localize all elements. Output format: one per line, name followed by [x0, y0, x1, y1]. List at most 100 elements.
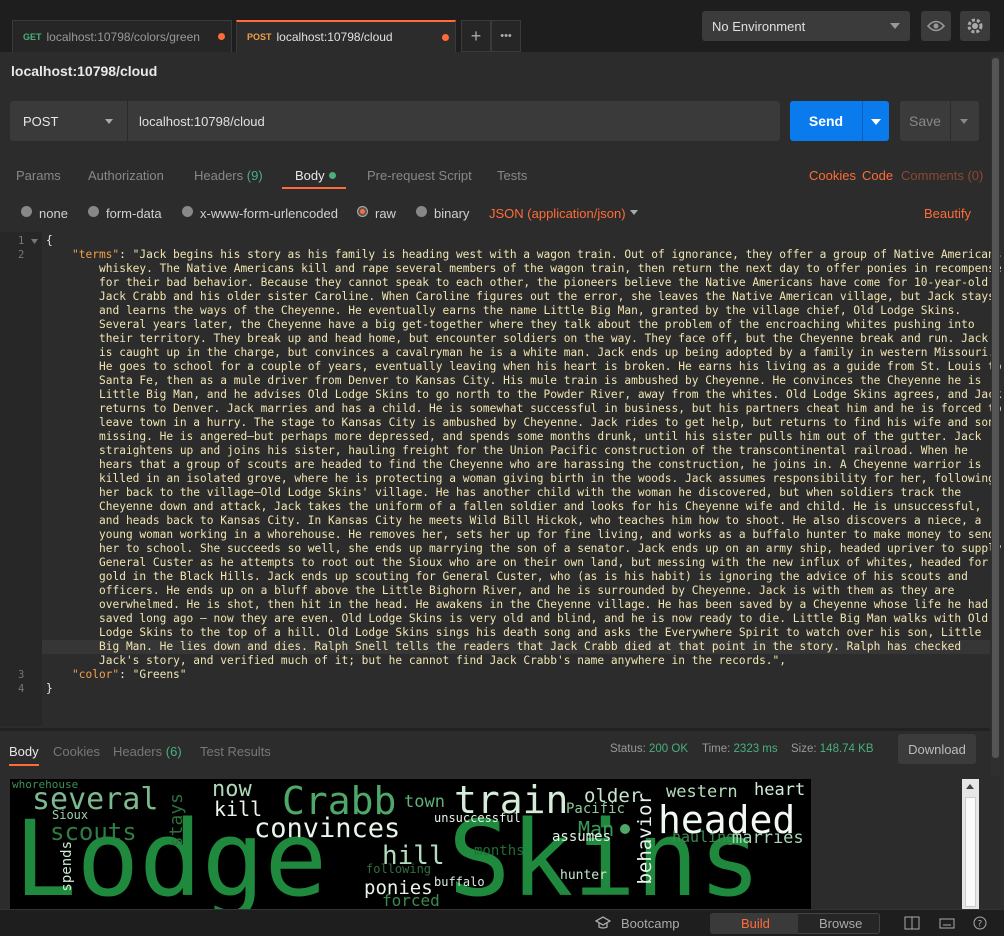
code-line: killed in an isolated grove, where he is… [99, 472, 995, 485]
send-options-button[interactable] [862, 101, 889, 141]
bootcamp-link[interactable]: Bootcamp [621, 916, 680, 931]
json-string: officers. He ends up on a bluff above th… [99, 584, 955, 597]
environment-label: No Environment [712, 18, 806, 34]
more-icon: ••• [500, 30, 512, 42]
environment-quick-look-button[interactable] [921, 11, 951, 41]
code-line: Jack Crabb and his older sister Caroline… [99, 290, 995, 303]
two-pane-icon[interactable] [904, 916, 920, 930]
send-button[interactable]: Send [790, 101, 862, 141]
wordcloud-word: following [366, 862, 432, 876]
response-scrollbar[interactable] [962, 779, 979, 909]
wordcloud-word: heart [754, 780, 806, 800]
json-string: Little Big Man, and he advises Old Lodge… [99, 388, 1002, 401]
code-link[interactable]: Code [862, 168, 893, 183]
plus-icon: + [470, 25, 482, 46]
keyboard-icon[interactable] [939, 916, 955, 930]
time-label: Time: [702, 743, 731, 755]
content-type-select[interactable]: JSON (application/json) [489, 206, 626, 221]
body-type-options: none form-data x-www-form-urlencoded raw… [0, 198, 990, 228]
tab-get-colors-green[interactable]: GET localhost:10798/colors/green [12, 20, 232, 52]
status-bar: Bootcamp Build Browse ? [0, 909, 1004, 936]
download-button[interactable]: Download [898, 734, 976, 764]
radio-raw[interactable] [357, 206, 368, 217]
option-none-label: none [39, 206, 68, 221]
build-mode-button[interactable]: Build [741, 916, 770, 931]
response-scrollbar-thumb[interactable] [965, 797, 976, 907]
time-value: 2323 ms [733, 743, 778, 755]
tab-prerequest-script[interactable]: Pre-request Script [367, 168, 472, 183]
radio-urlencoded[interactable] [182, 206, 193, 217]
json-string: missing. He is angered—but perhaps more … [99, 430, 982, 443]
code-line: their territory. They break up and head … [99, 332, 988, 345]
save-button[interactable]: Save [900, 101, 950, 141]
wordcloud-word: western [666, 782, 738, 802]
tab-method: POST [247, 32, 272, 42]
cookies-link[interactable]: Cookies [809, 168, 856, 183]
wordcloud-word: hunter [560, 868, 607, 883]
code-line: "terms": "Jack begins his story as his f… [72, 248, 1002, 261]
tab-post-cloud[interactable]: POST localhost:10798/cloud [236, 20, 456, 52]
environment-select[interactable]: No Environment [702, 11, 910, 41]
wordcloud-dot [620, 824, 630, 834]
json-string: whiskey. The Native Americans kill and r… [99, 262, 1002, 275]
new-tab-button[interactable]: + [461, 20, 491, 52]
json-string: returns to Denver. Jack marries and has … [99, 402, 1002, 415]
code-line: for their bad behavior. Because they can… [99, 276, 988, 289]
save-options-button[interactable] [951, 101, 979, 141]
method-label: POST [23, 113, 59, 129]
tab-authorization[interactable]: Authorization [88, 168, 164, 183]
code-line: straightens up and joins his sister, hau… [99, 444, 968, 457]
tab-tests[interactable]: Tests [497, 168, 527, 183]
editor-gutter [0, 232, 42, 726]
wordcloud-word: marries [732, 828, 804, 848]
json-string: her to school. She succeeds so well, she… [99, 542, 1002, 555]
code-line: whiskey. The Native Americans kill and r… [99, 262, 1002, 275]
radio-form-data[interactable] [88, 206, 99, 217]
code-line: officers. He ends up on a bluff above th… [99, 584, 954, 597]
json-key: "terms" [72, 248, 120, 261]
body-editor[interactable]: 1 2 3 4 { "terms": "Jack begins his stor… [0, 232, 1002, 726]
scroll-up-icon[interactable] [966, 784, 974, 789]
response-tab-headers[interactable]: Headers (6) [113, 744, 182, 759]
code-line: overwhelmed. He is shot, then hit in the… [99, 598, 988, 611]
method-select[interactable]: POST [10, 101, 128, 141]
tab-body[interactable]: Body [295, 168, 336, 183]
tab-options-button[interactable]: ••• [491, 20, 521, 52]
code-line: "color": "Greens" [72, 668, 187, 681]
code-line: returns to Denver. Jack marries and has … [99, 402, 1002, 415]
manage-environments-button[interactable] [960, 11, 990, 41]
radio-none[interactable] [21, 206, 32, 217]
tab-params[interactable]: Params [16, 168, 61, 183]
main-scrollbar-thumb[interactable] [992, 58, 999, 758]
fold-icon[interactable] [31, 239, 38, 244]
option-urlencoded-label: x-www-form-urlencoded [200, 206, 338, 221]
wordcloud-word: spends [59, 841, 75, 892]
response-tab-body[interactable]: Body [9, 744, 39, 759]
code-line: General Custer as he attempts to root ou… [99, 556, 988, 569]
size-label: Size: [791, 743, 817, 755]
response-tab-cookies[interactable]: Cookies [53, 744, 100, 759]
json-string: "Jack begins his story as his family is … [132, 248, 1002, 261]
wordcloud-word: hauling [672, 828, 736, 846]
browse-mode-button[interactable]: Browse [819, 916, 862, 931]
bootcamp-icon [595, 916, 611, 929]
code-line: missing. He is angered—but perhaps more … [99, 430, 981, 443]
comments-link[interactable]: Comments (0) [901, 168, 983, 183]
chevron-down-icon [630, 210, 638, 215]
code-line: Jack's story, and verified much of it; b… [99, 654, 786, 667]
url-input[interactable] [128, 101, 780, 141]
chevron-down-icon [105, 119, 113, 124]
wordcloud-word: Sioux [52, 808, 89, 822]
tab-headers[interactable]: Headers (9) [194, 168, 263, 183]
json-string: straightens up and joins his sister, hau… [99, 444, 968, 457]
response-active-tab-indicator [9, 764, 39, 766]
response-divider[interactable] [0, 728, 990, 731]
radio-binary[interactable] [416, 206, 427, 217]
response-tab-test-results[interactable]: Test Results [200, 744, 271, 759]
json-string: is caught up in the charge, but convince… [99, 346, 995, 359]
gear-icon [967, 18, 983, 34]
help-icon[interactable]: ? [972, 916, 988, 930]
beautify-button[interactable]: Beautify [924, 206, 971, 221]
json-string: General Custer as he attempts to root ou… [99, 556, 989, 569]
line-number: 3 [18, 669, 25, 681]
